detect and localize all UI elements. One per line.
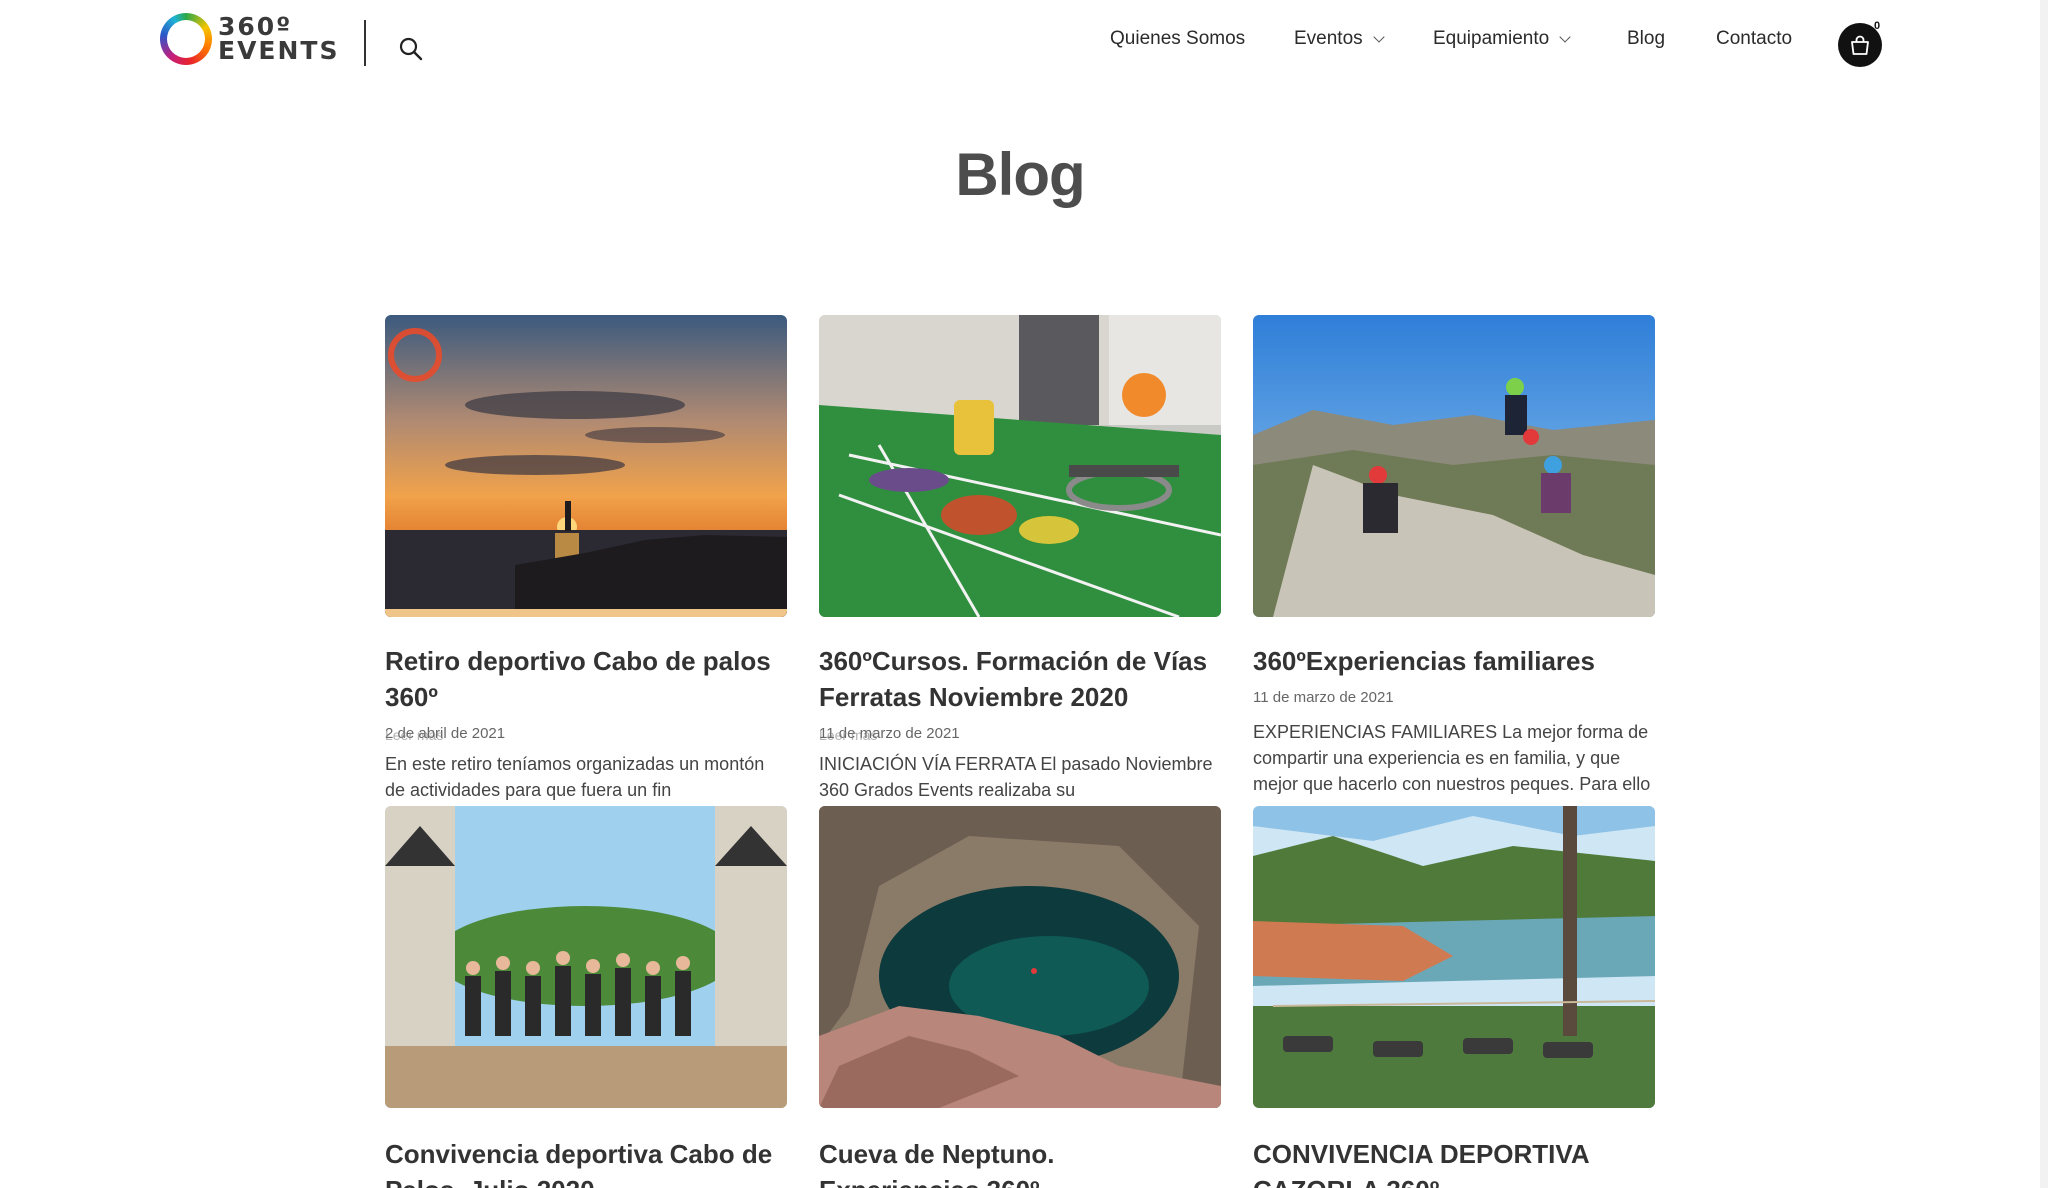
post-image-sunset-coast[interactable]	[385, 315, 787, 617]
nav-equipamiento[interactable]: Equipamiento	[1433, 28, 1571, 50]
header-divider	[364, 20, 366, 66]
post-title[interactable]: Cueva de Neptuno. Experiencias 360º	[819, 1136, 1221, 1188]
chevron-down-icon	[1559, 31, 1571, 43]
brand-line2: EVENTS	[218, 36, 340, 65]
post-excerpt: En este retiro teníamos organizadas un m…	[385, 754, 765, 800]
post-image-gym-ropes[interactable]	[819, 315, 1221, 617]
brand-logo[interactable]: 360º EVENTS	[160, 10, 340, 68]
post-card: Cueva de Neptuno. Experiencias 360º	[819, 806, 1221, 1188]
post-title[interactable]: CONVIVENCIA DEPORTIVA CAZORLA 360º	[1253, 1136, 1655, 1188]
page-scrollbar[interactable]	[2040, 0, 2048, 1188]
nav-contacto[interactable]: Contacto	[1716, 28, 1792, 50]
post-excerpt: EXPERIENCIAS FAMILIARES La mejor forma d…	[1253, 722, 1651, 794]
post-card: 360ºCursos. Formación de Vías Ferratas N…	[819, 315, 1221, 803]
search-icon[interactable]	[398, 36, 424, 62]
cart-count-badge: 0	[1874, 20, 1881, 32]
nav-eventos[interactable]: Eventos	[1294, 28, 1385, 50]
post-title[interactable]: Convivencia deportiva Cabo de Palos. Jul…	[385, 1136, 787, 1188]
read-more-link[interactable]: Leer más	[385, 727, 443, 743]
post-meta: 11 de marzo de 2021 Leer más	[819, 725, 1221, 747]
logo-ring-icon	[160, 13, 212, 65]
post-card: Convivencia deportiva Cabo de Palos. Jul…	[385, 806, 787, 1188]
shopping-bag-icon	[1851, 35, 1869, 55]
post-meta: 11 de marzo de 2021	[1253, 689, 1655, 711]
post-title[interactable]: Retiro deportivo Cabo de palos 360º	[385, 643, 787, 715]
post-card: CONVIVENCIA DEPORTIVA CAZORLA 360º	[1253, 806, 1655, 1188]
post-image-sea-cave[interactable]	[819, 806, 1221, 1108]
post-card: 360ºExperiencias familiares 11 de marzo …	[1253, 315, 1655, 797]
read-more-link[interactable]: Leer más	[819, 727, 877, 743]
post-meta: 2 de abril de 2021 Leer más	[385, 725, 787, 747]
post-title[interactable]: 360ºExperiencias familiares	[1253, 643, 1655, 679]
post-image-reservoir-view[interactable]	[1253, 806, 1655, 1108]
post-image-mountain-climbers[interactable]	[1253, 315, 1655, 617]
post-date: 11 de marzo de 2021	[1253, 689, 1394, 706]
post-card: Retiro deportivo Cabo de palos 360º 2 de…	[385, 315, 787, 803]
site-header: 360º EVENTS Quienes Somos Eventos Equipa…	[0, 0, 2040, 90]
nav-quienes-somos[interactable]: Quienes Somos	[1110, 28, 1245, 50]
chevron-down-icon	[1372, 31, 1385, 43]
page-title: Blog	[955, 141, 1085, 208]
nav-blog[interactable]: Blog	[1627, 28, 1665, 50]
post-image-group-photo[interactable]	[385, 806, 787, 1108]
post-excerpt: INICIACIÓN VÍA FERRATA El pasado Noviemb…	[819, 754, 1213, 800]
brand-wordmark: 360º EVENTS	[218, 14, 340, 65]
post-title[interactable]: 360ºCursos. Formación de Vías Ferratas N…	[819, 643, 1221, 715]
